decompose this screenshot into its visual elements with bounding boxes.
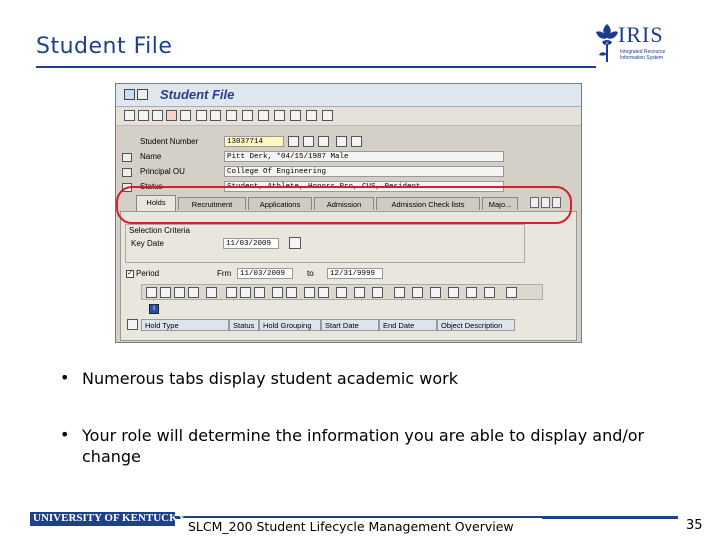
edit-row-icon[interactable] <box>160 287 171 298</box>
footer-course-title: SLCM_200 Student Lifecycle Management Ov… <box>182 518 542 538</box>
delete-row-icon[interactable] <box>240 287 251 298</box>
uk-logo-text: UNIVERSITY OF KENTUCKY <box>33 512 186 524</box>
key-date-input[interactable]: 11/03/2009 <box>223 238 279 249</box>
export-icon[interactable] <box>412 287 423 298</box>
bullet-text-tabs: Numerous tabs display student academic w… <box>82 369 458 388</box>
student-number-input[interactable]: 13037714 <box>224 136 284 147</box>
other-student-icon[interactable] <box>351 136 362 147</box>
bullet-marker: • <box>60 425 70 444</box>
name-field: Pitt Derk, *04/15/1987 Male <box>224 151 504 162</box>
org-unit-icon <box>122 168 132 177</box>
layout-icon[interactable] <box>466 287 477 298</box>
sap-application-toolbar <box>116 107 581 126</box>
name-label: Name <box>140 152 162 161</box>
undo-icon[interactable] <box>254 287 265 298</box>
info-i-icon[interactable]: i <box>149 304 159 314</box>
filter-icon[interactable] <box>336 287 347 298</box>
spreadsheet-icon[interactable] <box>430 287 441 298</box>
principal-ou-label: Principal OU <box>140 167 185 176</box>
column-header-end-date[interactable]: End Date <box>379 319 437 331</box>
delete-icon[interactable] <box>166 110 177 121</box>
from-label: Frm <box>217 269 232 278</box>
column-header-hold-grouping[interactable]: Hold Grouping <box>259 319 321 331</box>
create-icon[interactable] <box>124 110 135 121</box>
graphic-icon[interactable] <box>448 287 459 298</box>
refresh-icon[interactable] <box>306 110 317 121</box>
period-checkbox[interactable]: ✓ <box>126 270 134 278</box>
save-icon[interactable] <box>206 287 217 298</box>
iris-logo: IRIS Integrated Resource Information Sys… <box>594 20 676 68</box>
calendar-icon[interactable] <box>289 237 301 249</box>
settings-icon[interactable] <box>242 110 253 121</box>
sum-icon[interactable] <box>354 287 365 298</box>
column-header-hold-type[interactable]: Hold Type <box>141 319 229 331</box>
name-person-icon <box>122 153 132 162</box>
details-icon[interactable] <box>146 287 157 298</box>
bullet-text-role: Your role will determine the information… <box>82 426 645 466</box>
logo-subtitle: Integrated Resource Information System <box>620 49 666 61</box>
iris-flower-icon <box>596 24 618 62</box>
period-to-input[interactable]: 12/31/9999 <box>327 268 383 279</box>
sap-screen-title: Student File <box>160 87 235 102</box>
find-icon[interactable] <box>272 287 283 298</box>
subtotal-icon[interactable] <box>372 287 383 298</box>
history-icon[interactable] <box>274 110 285 121</box>
tab-highlight-oval <box>116 186 572 224</box>
student-display-icon[interactable] <box>303 136 314 147</box>
logo-wordmark: IRIS <box>618 22 664 47</box>
column-header-status[interactable]: Status <box>229 319 259 331</box>
sap-title-bar: Student File <box>116 84 581 107</box>
display-icon[interactable] <box>152 110 163 121</box>
uk-logo: UNIVERSITY OF KENTUCKY <box>30 512 186 526</box>
append-row-icon[interactable] <box>174 287 185 298</box>
print-icon[interactable] <box>226 110 237 121</box>
alv-grid-toolbar <box>141 284 543 300</box>
select-layout-icon[interactable] <box>484 287 495 298</box>
copy-row-icon[interactable] <box>188 287 199 298</box>
find-next-icon[interactable] <box>286 287 297 298</box>
page-number: 35 <box>686 518 703 533</box>
bullet-marker: • <box>60 368 70 387</box>
sap-window-icons <box>124 89 150 101</box>
slide-title: Student File <box>36 34 173 59</box>
info-icon[interactable] <box>336 136 347 147</box>
student-number-label: Student Number <box>140 137 199 146</box>
insert-row-icon[interactable] <box>226 287 237 298</box>
edit-icon[interactable] <box>318 136 329 147</box>
print-preview-icon[interactable] <box>394 287 405 298</box>
save-layout-icon[interactable] <box>506 287 517 298</box>
select-all-icon[interactable] <box>127 319 138 330</box>
sort-ascending-icon[interactable] <box>304 287 315 298</box>
person-icon[interactable] <box>180 110 191 121</box>
column-header-object-description[interactable]: Object Description <box>437 319 515 331</box>
principal-ou-field: College Of Engineering <box>224 166 504 177</box>
to-label: to <box>307 269 314 278</box>
key-date-label: Key Date <box>131 239 164 248</box>
change-icon[interactable] <box>138 110 149 121</box>
notes-icon[interactable] <box>196 110 207 121</box>
holds-tab-panel: Selection Criteria Key Date 11/03/2009 ✓… <box>120 211 577 341</box>
sort-descending-icon[interactable] <box>318 287 329 298</box>
selection-criteria-title: Selection Criteria <box>127 226 192 235</box>
overview-icon[interactable] <box>258 110 269 121</box>
period-label: Period <box>136 269 160 278</box>
lock-icon[interactable] <box>290 110 301 121</box>
title-underline <box>36 66 596 68</box>
copy-icon[interactable] <box>210 110 221 121</box>
period-from-input[interactable]: 11/03/2009 <box>237 268 293 279</box>
column-header-start-date[interactable]: Start Date <box>321 319 379 331</box>
search-icon[interactable] <box>288 136 299 147</box>
attach-icon[interactable] <box>322 110 333 121</box>
